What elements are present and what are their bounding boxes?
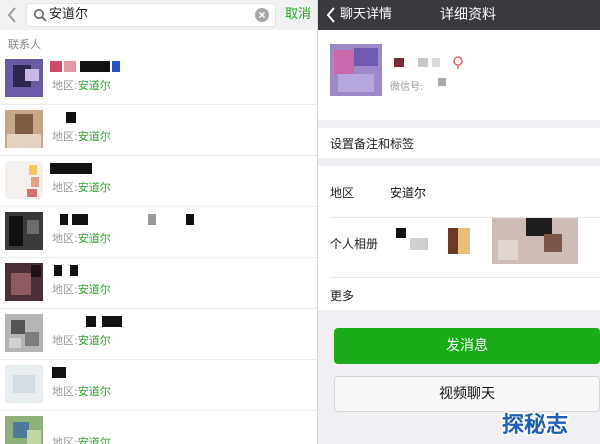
album-thumb [492,218,578,264]
contact-region: 地区:安道尔 [52,283,111,296]
contact-search-panel: 安道尔 取消 联系人 地区:安道尔 地区:安道尔 地区:安道尔 地区:安道尔 地… [0,0,318,444]
album-label: 个人相册 [330,237,379,251]
avatar [5,416,43,444]
album-thumb [448,228,470,254]
wechat-id-label: 微信号: [390,82,424,93]
contact-row[interactable]: 地区:安道尔 [0,206,318,258]
contact-name-redacted [50,265,210,277]
info-card: 地区 安道尔 个人相册 更多 [318,166,600,310]
profile-name-redacted [394,58,404,67]
svg-text:探秘志: 探秘志 [502,412,568,438]
region-value: 安道尔 [390,186,427,200]
nav-bar: 聊天详情 详细资料 [318,0,600,30]
contact-region: 地区:安道尔 [52,79,111,92]
profile-card: 微信号: [318,30,600,120]
contact-detail-panel: 聊天详情 详细资料 微信号: 设置备注和标签 地区 安道尔 个人相册 更多 发消… [318,0,600,444]
contact-row[interactable]: 地区:安道尔 [0,155,318,207]
contact-row[interactable]: 地区:安道尔 [0,410,318,444]
region-label: 地区 [330,186,355,200]
album-thumb [396,228,432,252]
avatar [5,263,43,301]
contact-row[interactable]: 地区:安道尔 [0,308,318,360]
contact-region: 地区:安道尔 [52,385,111,398]
contact-row[interactable]: 地区:安道尔 [0,104,318,156]
contact-row[interactable]: 地区:安道尔 [0,257,318,309]
contact-name-redacted [50,163,210,175]
contact-region: 地区:安道尔 [52,334,111,347]
search-query-text: 安道尔 [49,7,89,22]
search-bar: 安道尔 取消 [0,0,318,30]
more-cell[interactable]: 更多 [330,288,354,304]
contact-region: 地区:安道尔 [52,436,111,444]
contact-name-redacted [50,61,210,73]
divider [330,277,600,278]
watermark-logo: 探秘志 探秘志 [501,411,570,439]
section-header-contacts: 联系人 [8,38,41,51]
clear-icon[interactable] [255,8,269,22]
contact-name-redacted [50,367,210,379]
contact-region: 地区:安道尔 [52,181,111,194]
video-call-button[interactable]: 视频聊天 [334,376,600,412]
back-icon[interactable] [5,5,19,25]
wechat-id-redacted [438,78,446,86]
profile-name-redacted [432,58,440,67]
remark-label: 设置备注和标签 [330,137,415,151]
remark-cell[interactable]: 设置备注和标签 [318,128,600,158]
search-icon [34,9,47,22]
contact-row[interactable]: 地区:安道尔 [0,53,318,105]
search-input[interactable]: 安道尔 [26,3,276,27]
contact-name-redacted [50,316,210,328]
contact-name-redacted [50,112,210,124]
avatar [5,365,43,403]
cancel-button[interactable]: 取消 [285,6,311,24]
profile-avatar[interactable] [330,44,382,96]
gender-icon [453,56,463,69]
contact-name-redacted [50,214,210,226]
profile-name-redacted [418,58,428,67]
avatar [5,212,43,250]
avatar [5,161,43,199]
contact-region: 地区:安道尔 [52,232,111,245]
avatar [5,59,43,97]
avatar [5,314,43,352]
page-title: 详细资料 [440,7,496,23]
contact-row[interactable]: 地区:安道尔 [0,359,318,411]
send-message-button[interactable]: 发消息 [334,328,600,364]
contact-region: 地区:安道尔 [52,130,111,143]
avatar [5,110,43,148]
